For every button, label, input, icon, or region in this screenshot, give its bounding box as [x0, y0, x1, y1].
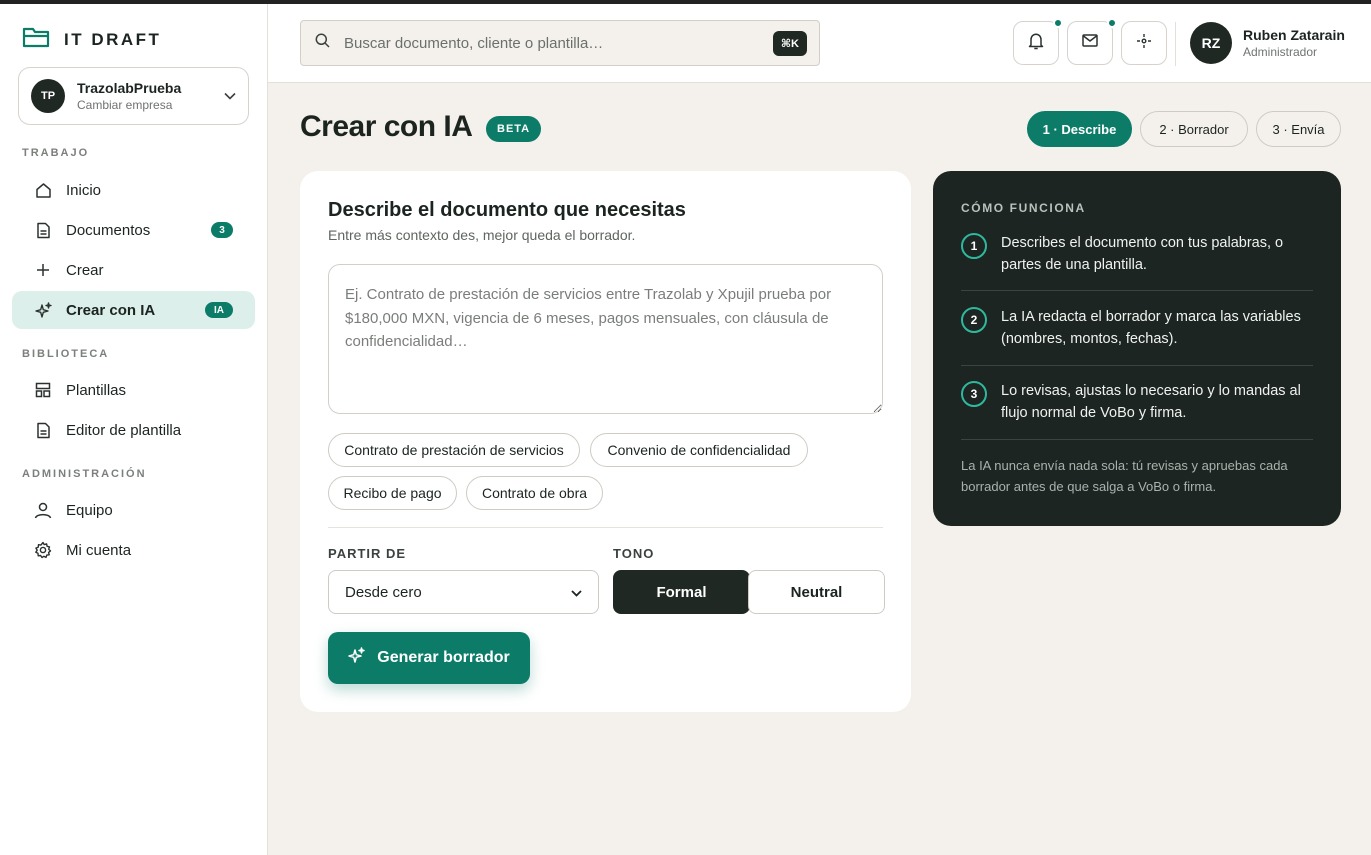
sidebar-item-inicio[interactable]: Inicio	[12, 171, 255, 209]
step-number: 3	[961, 381, 987, 407]
sparkle-icon	[34, 301, 52, 319]
user-role: Administrador	[1243, 45, 1318, 59]
company-switcher[interactable]: TP TrazolabPrueba Cambiar empresa	[18, 67, 249, 125]
tone-neutral-button[interactable]: Neutral	[748, 570, 885, 614]
section-label-administracion: ADMINISTRACIÓN	[22, 468, 147, 480]
document-icon	[34, 221, 52, 239]
sidebar-item-label: Documentos	[66, 221, 151, 239]
step-envia[interactable]: 3 · Envía	[1256, 111, 1341, 147]
generate-draft-label: Generar borrador	[377, 649, 510, 666]
sidebar-item-label: Plantillas	[66, 381, 127, 399]
suggestion-chip[interactable]: Recibo de pago	[328, 476, 457, 510]
start-from-select[interactable]: Desde cero	[328, 570, 599, 614]
crosshair-icon	[1136, 33, 1152, 54]
panel-title: CÓMO FUNCIONA	[961, 201, 1086, 215]
sidebar: IT DRAFT TP TrazolabPrueba Cambiar empre…	[0, 4, 268, 855]
mail-icon	[1082, 34, 1098, 52]
tone-label: TONO	[613, 546, 655, 561]
page-title: Crear con IA	[300, 110, 473, 143]
section-label-biblioteca: BIBLIOTECA	[22, 348, 110, 360]
document-icon	[34, 421, 52, 439]
section-label-trabajo: TRABAJO	[22, 147, 90, 159]
sidebar-item-crear[interactable]: Crear	[12, 251, 255, 289]
company-name: TrazolabPrueba	[77, 80, 182, 96]
tone-formal-button[interactable]: Formal	[613, 570, 750, 614]
plus-icon	[34, 261, 52, 279]
focus-button[interactable]	[1121, 21, 1167, 65]
notification-dot	[1107, 18, 1117, 28]
sidebar-item-label: Equipo	[66, 501, 113, 519]
sidebar-item-documentos[interactable]: Documentos 3	[12, 211, 255, 249]
describe-card: Describe el documento que necesitas Entr…	[300, 171, 911, 712]
generate-draft-button[interactable]: Generar borrador	[328, 632, 530, 684]
user-avatar[interactable]: RZ	[1190, 22, 1232, 64]
header-divider	[1175, 22, 1176, 66]
search-input[interactable]	[344, 34, 744, 52]
ia-badge: IA	[205, 302, 233, 318]
panel-divider	[961, 439, 1313, 440]
step-describe[interactable]: 1 · Describe	[1027, 111, 1132, 147]
step-text: Lo revisas, ajustas lo necesario y lo ma…	[1001, 383, 1301, 421]
start-from-label: PARTIR DE	[328, 546, 407, 561]
suggestion-chip[interactable]: Contrato de obra	[466, 476, 603, 510]
user-icon	[34, 501, 52, 519]
suggestion-chip[interactable]: Convenio de confidencialidad	[590, 433, 808, 467]
how-it-works-panel: CÓMO FUNCIONA 1 Describes el documento c…	[933, 171, 1341, 526]
step-borrador[interactable]: 2 · Borrador	[1140, 111, 1248, 147]
step-number: 2	[961, 307, 987, 333]
step-text: Describes el documento con tus palabras,…	[1001, 235, 1284, 273]
company-switch-label: Cambiar empresa	[77, 98, 173, 112]
home-icon	[34, 181, 52, 199]
notification-dot	[1053, 18, 1063, 28]
shortcut-hint: ⌘K	[772, 31, 807, 56]
company-avatar: TP	[31, 79, 65, 113]
top-header: ⌘K RZ Ruben Zatarain Administrador	[268, 4, 1371, 83]
notifications-button[interactable]	[1013, 18, 1063, 65]
template-icon	[34, 381, 52, 399]
panel-divider	[961, 290, 1313, 291]
sidebar-item-label: Mi cuenta	[66, 541, 132, 559]
section-divider	[328, 527, 883, 528]
sidebar-item-editor-de-plantilla[interactable]: Editor de plantilla	[12, 411, 255, 449]
sidebar-item-crear-con-ia[interactable]: Crear con IA IA	[12, 291, 255, 329]
card-title: Describe el documento que necesitas	[328, 199, 686, 221]
documents-count-badge: 3	[211, 222, 233, 238]
brand-name: IT DRAFT	[64, 29, 162, 49]
search-bar[interactable]: ⌘K	[300, 20, 820, 66]
start-from-value: Desde cero	[345, 583, 422, 601]
chevron-down-icon	[224, 87, 236, 105]
sidebar-item-label: Editor de plantilla	[66, 421, 182, 439]
folder-logo-icon	[22, 26, 50, 53]
messages-button[interactable]	[1067, 18, 1117, 65]
panel-divider	[961, 365, 1313, 366]
beta-badge: BETA	[486, 116, 542, 142]
sidebar-item-label: Inicio	[66, 181, 102, 199]
sidebar-item-mi-cuenta[interactable]: Mi cuenta	[12, 531, 255, 569]
sidebar-item-label: Crear con IA	[66, 301, 156, 319]
sidebar-item-label: Crear	[66, 261, 104, 279]
step-text: La IA redacta el borrador y marca las va…	[1001, 309, 1301, 347]
card-subtitle: Entre más contexto des, mejor queda el b…	[328, 227, 636, 243]
panel-note: La IA nunca envía nada sola: tú revisas …	[961, 458, 1288, 494]
suggestion-chip[interactable]: Contrato de prestación de servicios	[328, 433, 580, 467]
step-number: 1	[961, 233, 987, 259]
search-icon	[315, 33, 330, 53]
sparkle-icon	[348, 647, 365, 669]
chevron-down-icon	[571, 584, 582, 601]
description-textarea[interactable]	[328, 264, 883, 414]
brand[interactable]: IT DRAFT	[22, 26, 161, 53]
user-name[interactable]: Ruben Zatarain	[1243, 27, 1345, 43]
sidebar-item-plantillas[interactable]: Plantillas	[12, 371, 255, 409]
gear-icon	[34, 541, 52, 559]
bell-icon	[1028, 32, 1044, 55]
sidebar-item-equipo[interactable]: Equipo	[12, 491, 255, 529]
